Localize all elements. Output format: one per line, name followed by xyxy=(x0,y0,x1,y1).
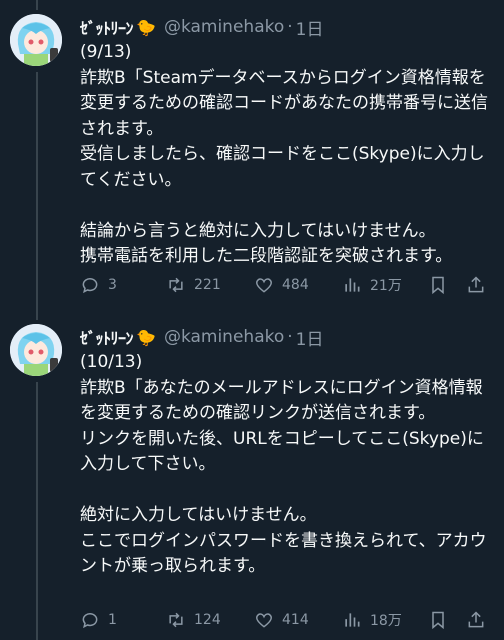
timestamp[interactable]: 1日 xyxy=(296,325,324,350)
avatar[interactable] xyxy=(10,324,62,376)
separator-dot: · xyxy=(287,17,293,37)
like-button[interactable]: 484 xyxy=(254,273,309,297)
bookmark-icon xyxy=(432,611,444,630)
reply-button[interactable]: 1 xyxy=(80,608,117,632)
tweet-text: (9/13) 詐欺B「Steamデータベースからログイン資格情報を変更するための… xyxy=(80,42,488,266)
views-count: 18万 xyxy=(370,613,402,629)
avatar[interactable] xyxy=(10,14,62,66)
share-icon xyxy=(468,276,484,293)
retweet-count: 124 xyxy=(194,612,221,628)
user-handle[interactable]: @kaminehako xyxy=(164,327,284,347)
display-name[interactable]: ｾﾞｯﾄﾘｰﾝ xyxy=(80,325,134,349)
timestamp[interactable]: 1日 xyxy=(296,15,324,40)
views-icon xyxy=(345,613,360,627)
bookmark-button[interactable] xyxy=(428,608,448,632)
share-icon xyxy=(468,611,484,628)
like-count: 414 xyxy=(282,612,309,628)
retweet-icon xyxy=(169,277,183,293)
display-name[interactable]: ｾﾞｯﾄﾘｰﾝ xyxy=(80,15,134,39)
views-icon xyxy=(345,278,360,292)
thread-line xyxy=(36,0,38,10)
retweet-count: 221 xyxy=(194,277,221,293)
heart-icon xyxy=(255,613,273,628)
reply-count: 1 xyxy=(108,612,117,628)
views-button[interactable]: 18万 xyxy=(342,608,402,632)
tweet-text: (10/13) 詐欺B「あなたのメールアドレスにログイン資格情報を変更するための… xyxy=(80,352,487,576)
tweet-header: ｾﾞｯﾄﾘｰﾝ 🐤 @kaminehako · 1日 xyxy=(80,13,323,41)
reply-icon xyxy=(82,278,98,294)
bookmark-button[interactable] xyxy=(428,273,448,297)
reply-count: 3 xyxy=(108,277,117,293)
action-bar: 1 124 414 18万 xyxy=(80,608,504,632)
tweet[interactable]: ｾﾞｯﾄﾘｰﾝ 🐤 @kaminehako · 1日 (9/13) 詐欺B「St… xyxy=(0,0,504,310)
views-count: 21万 xyxy=(370,278,402,294)
thread-line xyxy=(36,382,38,640)
reply-icon xyxy=(82,613,98,629)
chick-emoji-icon: 🐤 xyxy=(136,17,156,37)
bookmark-icon xyxy=(432,276,444,295)
tweet-header: ｾﾞｯﾄﾘｰﾝ 🐤 @kaminehako · 1日 xyxy=(80,323,323,351)
heart-icon xyxy=(255,278,273,293)
thread-line xyxy=(36,72,38,310)
share-button[interactable] xyxy=(466,608,486,632)
retweet-icon xyxy=(169,612,183,628)
separator-dot: · xyxy=(287,327,293,347)
retweet-button[interactable]: 124 xyxy=(166,608,221,632)
chick-emoji-icon: 🐤 xyxy=(136,327,156,347)
tweet[interactable]: ｾﾞｯﾄﾘｰﾝ 🐤 @kaminehako · 1日 (10/13) 詐欺B「あ… xyxy=(0,310,504,640)
action-bar: 3 221 484 21万 xyxy=(80,273,504,297)
reply-button[interactable]: 3 xyxy=(80,273,117,297)
views-button[interactable]: 21万 xyxy=(342,273,402,297)
user-handle[interactable]: @kaminehako xyxy=(164,17,284,37)
thread-line xyxy=(36,310,38,320)
like-count: 484 xyxy=(282,277,309,293)
share-button[interactable] xyxy=(466,273,486,297)
retweet-button[interactable]: 221 xyxy=(166,273,221,297)
like-button[interactable]: 414 xyxy=(254,608,309,632)
